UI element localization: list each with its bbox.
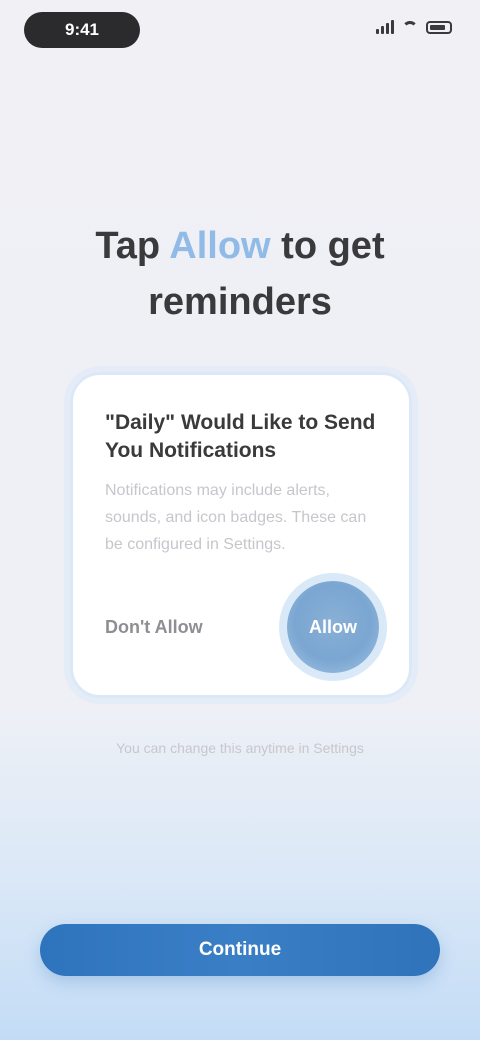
headline-accent: Allow (169, 225, 271, 267)
continue-button[interactable]: Continue (40, 924, 440, 976)
wifi-icon (402, 21, 418, 33)
dialog-actions: Don't Allow Allow (105, 581, 379, 673)
dont-allow-button[interactable]: Don't Allow (105, 617, 203, 638)
status-time: 9:41 (24, 12, 140, 48)
status-bar: 9:41 (0, 0, 480, 60)
page-headline: Tap Allow to get reminders (40, 218, 440, 330)
permission-dialog-card: "Daily" Would Like to Send You Notificat… (70, 372, 412, 698)
battery-icon (426, 20, 452, 34)
headline-line2: reminders (148, 281, 332, 323)
signal-icon (376, 20, 394, 34)
status-icons (376, 20, 452, 34)
settings-hint: You can change this anytime in Settings (116, 740, 364, 756)
allow-button[interactable]: Allow (287, 581, 379, 673)
dialog-title: "Daily" Would Like to Send You Notificat… (105, 411, 376, 462)
dialog-body: Notifications may include alerts, sounds… (105, 482, 367, 553)
headline-suffix: to get (281, 225, 385, 267)
headline-prefix: Tap (95, 225, 161, 267)
